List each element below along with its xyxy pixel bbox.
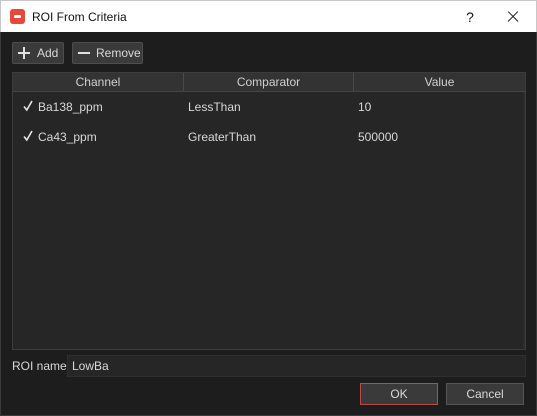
ok-button[interactable]: OK — [360, 383, 438, 405]
cancel-button[interactable]: Cancel — [446, 383, 524, 405]
add-button-label: Add — [37, 46, 59, 60]
close-button[interactable] — [501, 6, 525, 28]
checkmark-icon[interactable] — [23, 100, 33, 112]
comparator-cell[interactable]: LessThan — [188, 92, 241, 122]
app-icon — [10, 9, 25, 24]
comparator-cell[interactable]: GreaterThan — [188, 122, 256, 152]
value-cell[interactable]: 10 — [358, 92, 371, 122]
plus-icon — [18, 47, 30, 59]
table-row[interactable]: Ca43_ppm GreaterThan 500000 — [13, 122, 525, 152]
column-header-channel[interactable]: Channel — [13, 73, 184, 91]
remove-button[interactable]: Remove — [72, 42, 143, 64]
channel-cell[interactable]: Ca43_ppm — [38, 122, 97, 152]
add-button[interactable]: Add — [12, 42, 64, 64]
help-button[interactable]: ? — [460, 7, 480, 27]
table-row[interactable]: Ba138_ppm LessThan 10 — [13, 92, 525, 122]
checkmark-icon[interactable] — [23, 130, 33, 142]
column-header-value[interactable]: Value — [354, 73, 525, 91]
window-title: ROI From Criteria — [32, 10, 127, 24]
table-scroll-edge — [523, 92, 525, 349]
title-bar: ROI From Criteria ? — [0, 0, 537, 32]
roi-name-label: ROI name: — [12, 359, 71, 373]
remove-button-label: Remove — [96, 46, 141, 60]
criteria-table[interactable]: Channel Comparator Value Ba138_ppm LessT… — [12, 72, 526, 350]
roi-name-input[interactable]: LowBa — [67, 355, 526, 377]
column-header-comparator[interactable]: Comparator — [184, 73, 354, 91]
minus-icon — [78, 47, 90, 59]
value-cell[interactable]: 500000 — [358, 122, 398, 152]
channel-cell[interactable]: Ba138_ppm — [38, 92, 103, 122]
table-header: Channel Comparator Value — [13, 73, 525, 92]
